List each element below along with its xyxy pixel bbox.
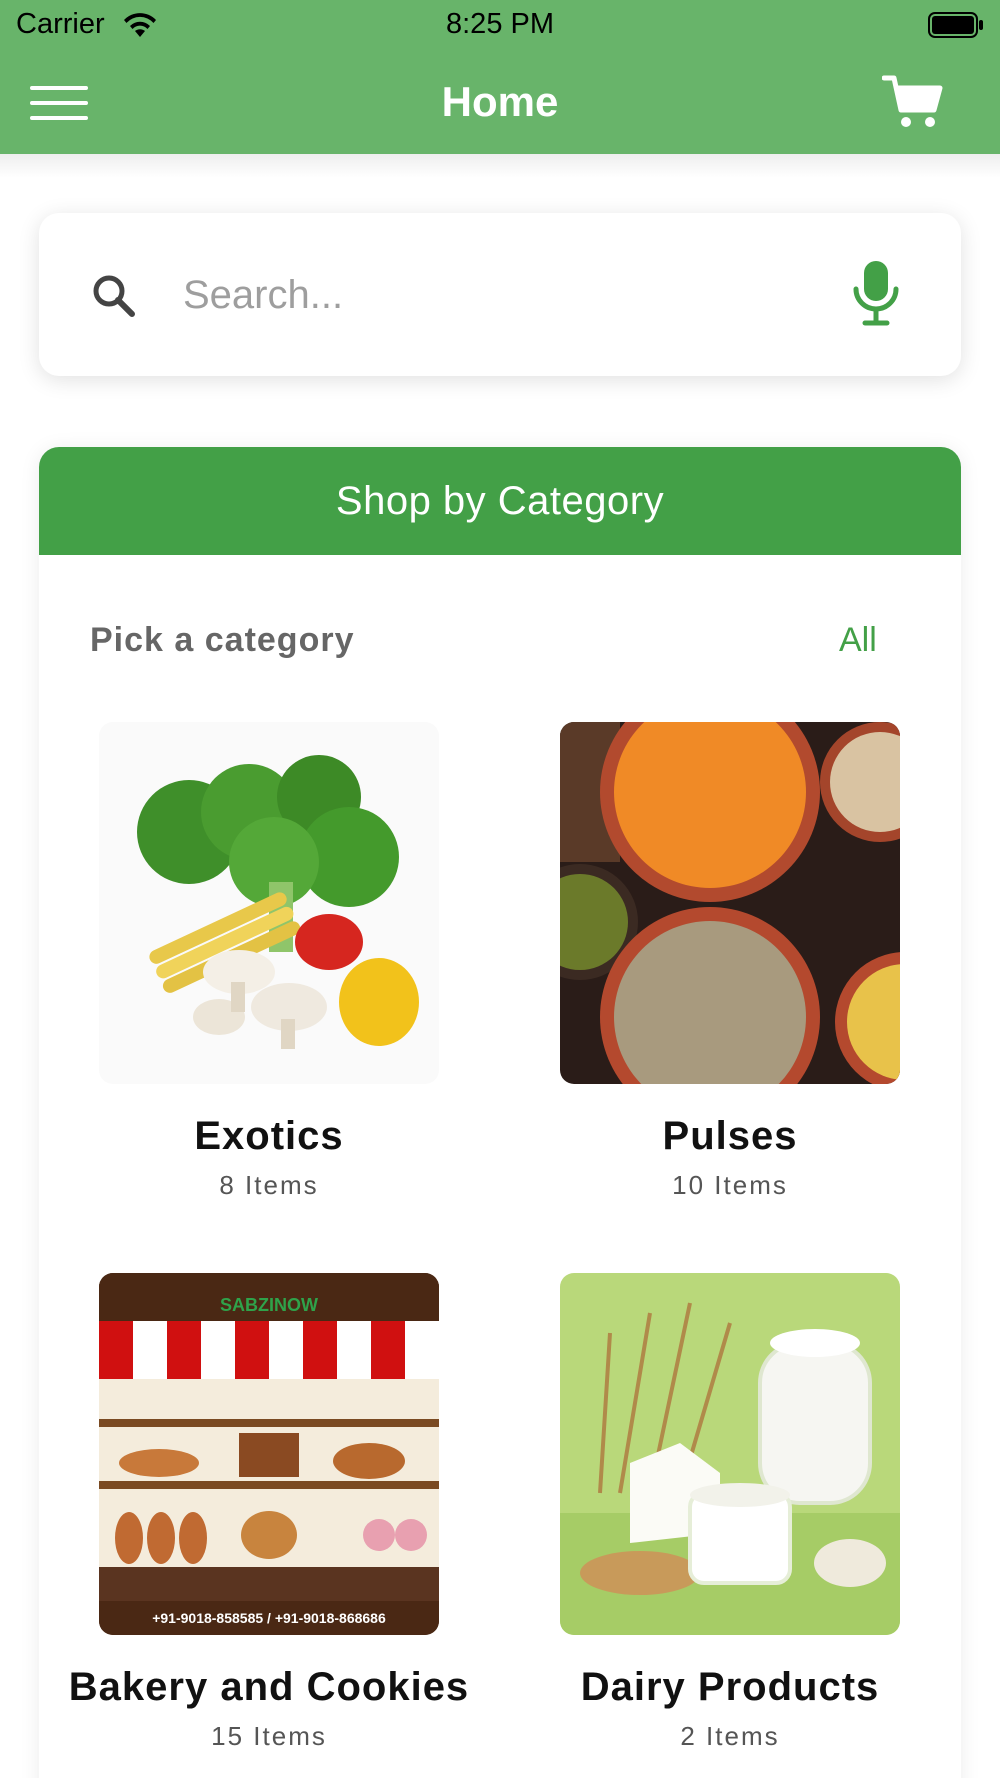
status-time: 8:25 PM <box>446 8 554 40</box>
category-name: Bakery and Cookies <box>68 1665 470 1709</box>
cart-icon[interactable] <box>882 74 944 130</box>
microphone-icon[interactable] <box>851 259 901 327</box>
pick-category-label: Pick a category <box>90 621 355 659</box>
category-count: 10 Items <box>672 1170 788 1200</box>
search-icon <box>93 275 135 317</box>
battery-icon <box>928 12 983 38</box>
bakery-image-phone: +91-9018-858585 / +91-9018-868686 <box>152 1610 386 1626</box>
bakery-image-brand: SABZINOW <box>220 1295 318 1315</box>
category-panel: Shop by Category Pick a category All Exo… <box>39 447 961 1778</box>
category-count: 15 Items <box>211 1721 327 1751</box>
nav-shadow <box>0 154 1000 178</box>
category-panel-title: Shop by Category <box>39 447 961 555</box>
status-bar: Carrier 8:25 PM <box>0 0 1000 50</box>
dairy-image <box>560 1273 900 1635</box>
exotics-image <box>99 722 439 1084</box>
page-title: Home <box>441 78 559 125</box>
category-count: 8 Items <box>219 1170 319 1200</box>
search-bar <box>39 213 961 376</box>
search-input[interactable] <box>183 265 783 325</box>
category-name: Pulses <box>662 1114 798 1158</box>
all-categories-link[interactable]: All <box>839 621 877 660</box>
category-name: Exotics <box>194 1114 344 1158</box>
category-count: 2 Items <box>680 1721 780 1751</box>
navigation-bar: Carrier 8:25 PM Home <box>0 0 1000 154</box>
pulses-image <box>560 722 900 1084</box>
category-name: Dairy Products <box>580 1665 880 1709</box>
bakery-image: SABZINOW +91-9018-858585 / +91-9018-8686… <box>99 1273 439 1635</box>
